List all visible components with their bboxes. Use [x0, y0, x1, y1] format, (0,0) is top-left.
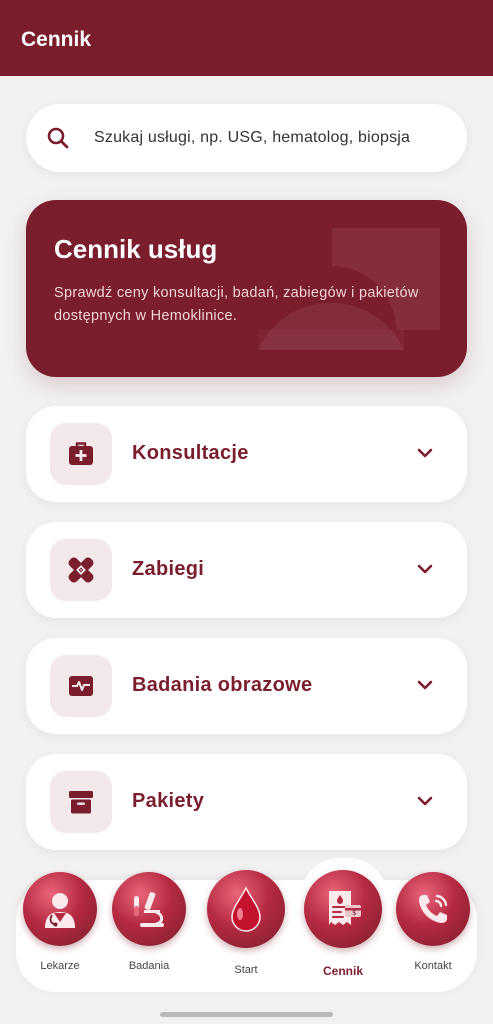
nav-item-start[interactable]: Start [206, 870, 286, 976]
page-title: Cennik [21, 28, 92, 51]
category-label: Pakiety [132, 790, 205, 812]
phone-icon [396, 872, 470, 946]
category-label: Konsultacje [132, 442, 249, 464]
chevron-down-icon[interactable] [416, 678, 434, 692]
category-icon-tile [50, 539, 112, 601]
hero-title: Cennik usług [54, 234, 218, 264]
home-indicator[interactable] [160, 1012, 333, 1017]
chevron-down-icon[interactable] [416, 446, 434, 460]
nav-label: Lekarze [40, 960, 80, 972]
category-badania-obrazowe[interactable]: Badania obrazowe [26, 638, 467, 734]
app-bar: Cennik [0, 0, 493, 76]
price-receipt-icon: $ [304, 870, 382, 948]
category-icon-tile [50, 655, 112, 717]
monitor-pulse-icon [69, 676, 93, 696]
microscope-icon [112, 872, 186, 946]
nav-item-kontakt[interactable]: Kontakt [393, 872, 473, 972]
nav-label: Badania [128, 960, 170, 972]
search-input[interactable]: Szukaj usługi, np. USG, hematolog, biops… [26, 104, 467, 172]
category-icon-tile [50, 423, 112, 485]
chevron-down-icon[interactable] [416, 794, 434, 808]
nav-item-badania[interactable]: Badania [109, 872, 189, 972]
nav-label: Kontakt [414, 960, 452, 972]
nav-item-cennik[interactable]: $ Cennik [303, 870, 383, 978]
hero-description: Sprawdź ceny konsultacji, badań, zabiegó… [54, 285, 419, 324]
search-placeholder: Szukaj usługi, np. USG, hematolog, biops… [94, 129, 411, 146]
chevron-down-icon[interactable] [416, 562, 434, 576]
category-konsultacje[interactable]: Konsultacje [26, 406, 467, 502]
search-icon [47, 127, 69, 149]
nav-label: Cennik [322, 964, 363, 978]
medical-kit-icon [69, 442, 93, 465]
nav-label: Start [234, 964, 258, 976]
blood-drop-icon [207, 870, 285, 948]
category-icon-tile [50, 771, 112, 833]
nav-item-lekarze[interactable]: Lekarze [20, 872, 100, 972]
bandage-icon [68, 557, 94, 583]
doctor-icon [23, 872, 97, 946]
hero-card: Cennik usług Sprawdź ceny konsultacji, b… [26, 200, 467, 377]
category-label: Zabiegi [132, 558, 205, 580]
category-label: Badania obrazowe [132, 674, 313, 696]
category-pakiety[interactable]: Pakiety [26, 754, 467, 850]
svg-text:$: $ [352, 909, 356, 917]
archive-box-icon [69, 791, 93, 814]
category-zabiegi[interactable]: Zabiegi [26, 522, 467, 618]
